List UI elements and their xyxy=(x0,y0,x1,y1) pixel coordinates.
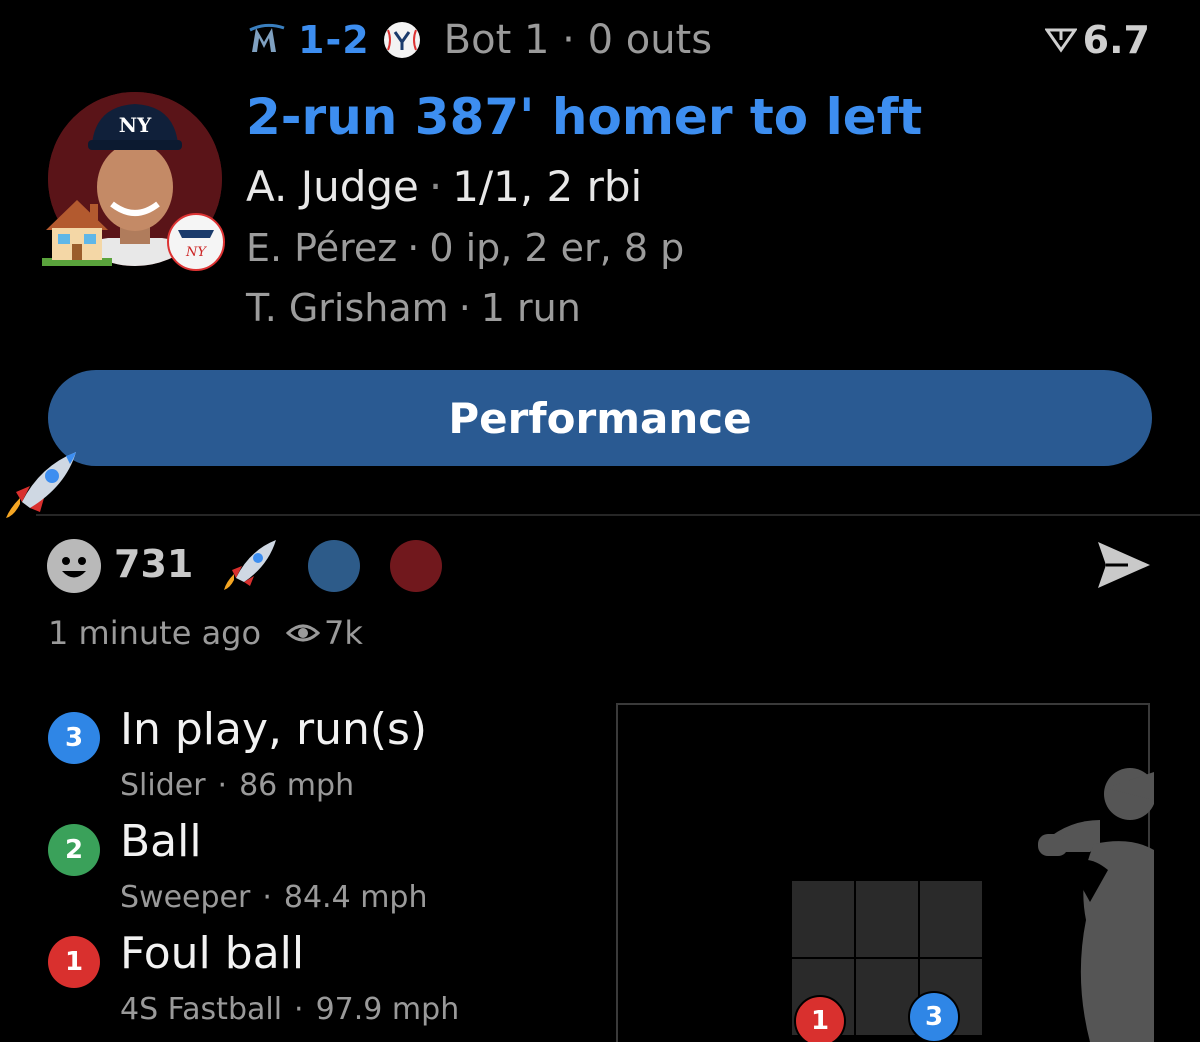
separator: · xyxy=(294,992,304,1027)
pitch-item[interactable]: 2 Ball Sweeper · 84.4 mph xyxy=(48,816,608,920)
pitch-details: 4S Fastball · 97.9 mph xyxy=(120,992,459,1027)
pitch-item[interactable]: 1 Foul ball 4S Fastball · 97.9 mph xyxy=(48,928,608,1032)
timestamp: 1 minute ago xyxy=(48,614,262,652)
game-score: 1-2 xyxy=(298,18,370,62)
svg-text:NY: NY xyxy=(185,245,207,260)
runner-line[interactable]: T. Grisham · 1 run xyxy=(246,286,581,330)
divider xyxy=(36,514,1200,516)
pitch-details: Sweeper · 84.4 mph xyxy=(120,880,428,915)
pitch-result: In play, run(s) xyxy=(120,704,428,755)
view-count-value: 7k xyxy=(324,614,363,652)
pitch-number-badge: 1 xyxy=(48,936,100,988)
batter-stats: 1/1, 2 rbi xyxy=(452,162,643,211)
separator: · xyxy=(407,226,420,270)
win-probability-icon xyxy=(1044,28,1077,53)
rocket-reaction-icon[interactable] xyxy=(222,536,280,594)
zone-cell xyxy=(920,881,982,957)
runner-stats: 1 run xyxy=(480,286,581,330)
performance-button[interactable]: Performance xyxy=(48,370,1152,466)
zone-cell xyxy=(792,881,854,957)
pitch-type: Sweeper xyxy=(120,880,251,915)
runner-name: T. Grisham xyxy=(246,286,449,330)
play-headline[interactable]: 2-run 387' homer to left xyxy=(246,88,922,146)
pitch-details: Slider · 86 mph xyxy=(120,768,354,803)
pitcher-line[interactable]: E. Pérez · 0 ip, 2 er, 8 p xyxy=(246,226,684,270)
batter-silhouette xyxy=(1038,768,1154,1042)
pitch-result: Foul ball xyxy=(120,928,305,979)
pitch-type: 4S Fastball xyxy=(120,992,283,1027)
add-reaction-icon[interactable] xyxy=(46,538,102,594)
red-team-reaction[interactable] xyxy=(390,540,442,592)
reaction-count: 731 xyxy=(114,542,194,586)
pitch-speed: 84.4 mph xyxy=(283,880,428,915)
yankees-badge-icon: NY xyxy=(167,213,225,271)
house-icon xyxy=(42,200,112,266)
pitch-speed: 86 mph xyxy=(239,768,355,803)
separator: · xyxy=(428,162,443,211)
score-row: 1-2 Bot 1 · 0 outs xyxy=(246,14,712,66)
pitch-type: Slider xyxy=(120,768,206,803)
zone-cell xyxy=(856,881,918,957)
zone-marker[interactable]: 3 xyxy=(908,991,960,1042)
separator: · xyxy=(458,286,471,330)
pitch-result: Ball xyxy=(120,816,202,867)
pitch-number-badge: 3 xyxy=(48,712,100,764)
separator: · xyxy=(217,768,228,803)
svg-text:NY: NY xyxy=(119,113,152,137)
share-icon[interactable] xyxy=(1094,538,1154,592)
batter-name: A. Judge xyxy=(246,162,419,211)
pitch-number-badge: 2 xyxy=(48,824,100,876)
pitcher-name: E. Pérez xyxy=(246,226,398,270)
yankees-logo-icon xyxy=(383,22,420,58)
zone-marker[interactable]: 1 xyxy=(794,995,846,1042)
batter-line[interactable]: A. Judge · 1/1, 2 rbi xyxy=(246,162,642,211)
win-probability[interactable]: 6.7 xyxy=(1044,14,1150,66)
blue-team-reaction[interactable] xyxy=(308,540,360,592)
inning-status: Bot 1 · 0 outs xyxy=(443,17,713,63)
separator: · xyxy=(262,880,272,915)
view-count: 7k xyxy=(286,614,363,652)
marlins-logo-icon xyxy=(249,23,285,52)
win-probability-value: 6.7 xyxy=(1082,18,1150,62)
rocket-icon xyxy=(6,452,76,518)
pitcher-stats: 0 ip, 2 er, 8 p xyxy=(429,226,685,270)
pitch-item[interactable]: 3 In play, run(s) Slider · 86 mph xyxy=(48,704,608,808)
eye-icon xyxy=(286,624,320,642)
pitch-speed: 97.9 mph xyxy=(315,992,460,1027)
